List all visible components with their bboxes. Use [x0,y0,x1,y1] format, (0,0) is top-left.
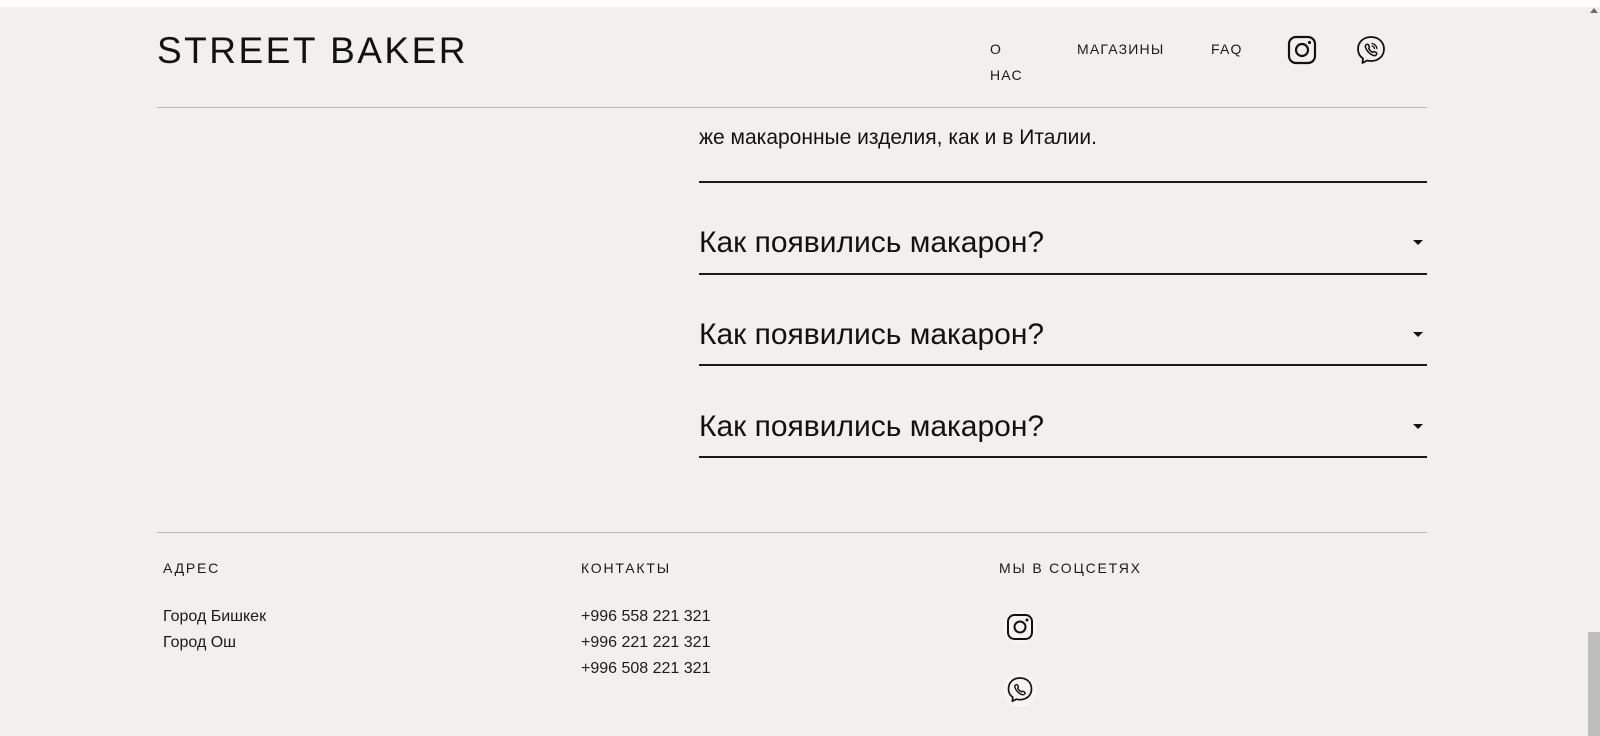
phone-link[interactable]: +996 221 221 321 [581,630,710,656]
instagram-icon[interactable] [1286,34,1318,66]
faq-question-2[interactable]: Как появились макарон? [699,314,1427,364]
site-logo[interactable]: STREET BAKER [157,30,468,72]
caret-down-icon [1413,424,1423,429]
browser-top-edge [0,0,1600,7]
footer-address-title: АДРЕС [163,560,221,576]
viber-icon[interactable] [1003,673,1037,707]
faq-question-3[interactable]: Как появились макарон? [699,406,1427,456]
phone-link[interactable]: +996 558 221 321 [581,604,710,630]
footer-social-title: МЫ В СОЦСЕТЯХ [999,560,1142,576]
viber-icon[interactable] [1355,34,1387,66]
faq-divider [699,456,1427,458]
faq-question-text: Как появились макарон? [699,318,1045,351]
nav-link-shops[interactable]: МАГАЗИНЫ [1077,36,1164,62]
faq-divider [699,273,1427,275]
caret-down-icon [1413,332,1423,337]
address-line: Город Бишкек [163,608,267,625]
instagram-icon[interactable] [1003,610,1037,644]
faq-question-1[interactable]: Как появились макарон? [699,222,1427,272]
faq-question-text: Как появились макарон? [699,226,1045,259]
nav-link-faq[interactable]: FAQ [1211,36,1243,62]
scroll-up-arrow-icon[interactable] [1590,8,1598,13]
header-divider [157,107,1427,108]
footer-contacts-list: +996 558 221 321 +996 221 221 321 +996 5… [581,604,710,682]
footer-contacts-title: КОНТАКТЫ [581,560,671,576]
faq-question-text: Как появились макарон? [699,410,1045,443]
address-line: Город Ош [163,634,236,651]
scrollbar-thumb[interactable] [1588,632,1600,736]
footer-divider [157,532,1427,533]
faq-divider [699,364,1427,366]
caret-down-icon [1413,240,1423,245]
faq-divider [699,181,1427,183]
nav-link-about[interactable]: О НАС [990,36,1038,88]
footer-address-list: Город Бишкек Город Ош [163,604,266,656]
faq-answer-text: же макаронные изделия, как и в Италии. [699,126,1097,149]
phone-link[interactable]: +996 508 221 321 [581,656,710,682]
